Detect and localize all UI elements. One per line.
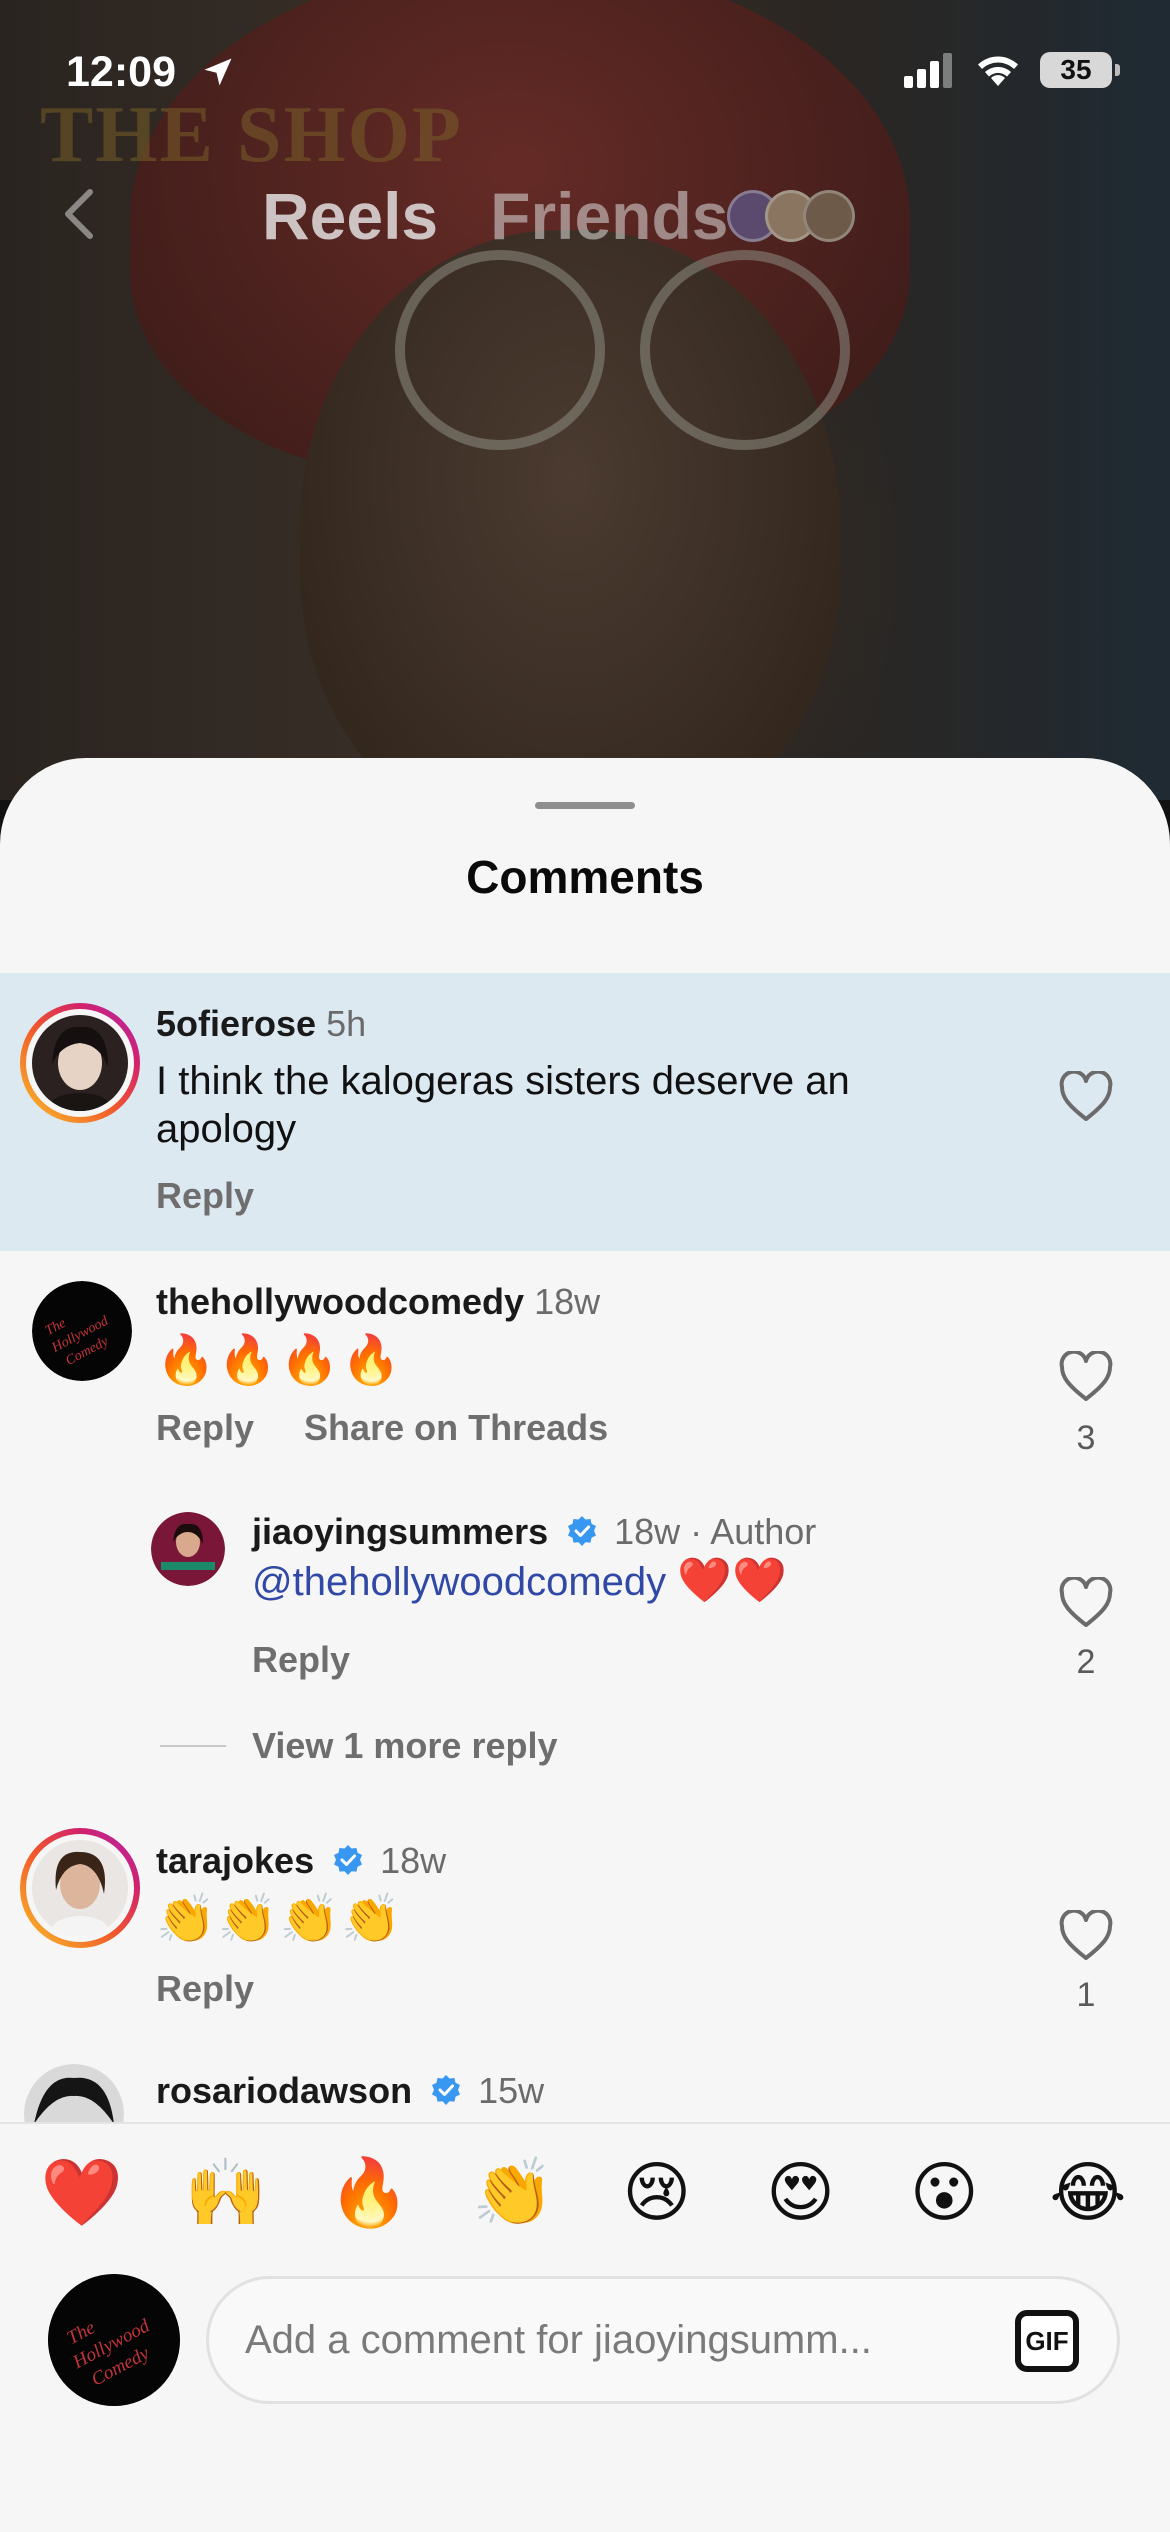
avatar[interactable] [20, 1003, 140, 1123]
quick-emoji-clap[interactable]: 👏 [463, 2154, 563, 2232]
comment-username[interactable]: rosariodawson [156, 2070, 412, 2111]
comment-text: I think the kalogeras sisters deserve an… [156, 1059, 850, 1151]
quick-emoji-fire[interactable]: 🔥 [319, 2154, 419, 2232]
comment-composer: ❤️ 🙌 🔥 👏 😢 😍 😮 😂 The Hollywood Comedy GI… [0, 2122, 1170, 2532]
wifi-icon [978, 56, 1018, 86]
status-time: 12:09 [66, 48, 176, 96]
battery-indicator: 35 [1040, 52, 1120, 88]
like-heart-icon[interactable] [1058, 1577, 1114, 1629]
current-user-avatar-image: The Hollywood Comedy [48, 2274, 180, 2406]
verified-badge-icon [432, 2075, 461, 2106]
sheet-grabber-handle[interactable] [535, 802, 635, 809]
quick-emoji-surprised[interactable]: 😮 [894, 2154, 994, 2232]
comment-time: 18w [534, 1281, 601, 1322]
comment-username[interactable]: jiaoyingsummers [252, 1511, 548, 1552]
comment-emoji-text: ❤️❤️ [677, 1556, 787, 1605]
comment-input[interactable] [206, 2276, 1120, 2404]
comment-emoji-text: 👏👏👏👏 [156, 1893, 404, 1946]
current-user-avatar: The Hollywood Comedy [48, 2274, 180, 2406]
like-heart-icon[interactable] [1058, 1071, 1114, 1123]
gif-button[interactable]: GIF [1015, 2310, 1079, 2372]
comment-username[interactable]: 5ofierose [156, 1003, 316, 1044]
comment-time: 5h [326, 1003, 367, 1044]
avatar-image [32, 1015, 128, 1111]
quick-emoji-crying[interactable]: 😢 [607, 2154, 707, 2232]
reply-button[interactable]: Reply [156, 1175, 254, 1217]
comment-item: tarajokes 18w 👏👏👏👏 Reply 1 [0, 1818, 1170, 2048]
comment-time: 18w [380, 1840, 447, 1881]
more-replies-divider [160, 1745, 226, 1747]
friends-avatar-stack[interactable] [726, 190, 855, 242]
verified-badge-icon [334, 1845, 363, 1876]
quick-emoji-heart-eyes[interactable]: 😍 [751, 2154, 851, 2232]
comment-time: 15w [478, 2070, 545, 2111]
comment-item: 5ofierose 5h I think the kalogeras siste… [0, 973, 1170, 1251]
like-count: 1 [1076, 1976, 1096, 2014]
quick-emoji-laughing[interactable]: 😂 [1038, 2154, 1138, 2232]
video-glasses-right [640, 250, 850, 450]
comment-username[interactable]: tarajokes [156, 1840, 314, 1881]
cellular-signal-icon [904, 53, 952, 88]
friend-avatar [802, 190, 855, 242]
comment-mention-link[interactable]: @thehollywoodcomedy [252, 1560, 666, 1604]
status-bar: 12:09 35 [0, 0, 1170, 150]
reply-button[interactable]: Reply [156, 1968, 254, 2010]
quick-reaction-bar: ❤️ 🙌 🔥 👏 😢 😍 😮 😂 [32, 2154, 1138, 2232]
location-arrow-icon [204, 58, 232, 86]
view-more-replies-label[interactable]: View 1 more reply [252, 1725, 558, 1767]
tab-reels[interactable]: Reels [262, 178, 438, 254]
reply-button[interactable]: Reply [156, 1407, 254, 1449]
reels-tabs: Reels Friends [262, 178, 855, 254]
avatar-image [32, 1840, 128, 1936]
share-on-threads-button[interactable]: Share on Threads [304, 1407, 608, 1449]
reply-item: jiaoyingsummers 18w · Author @thehollywo… [0, 1491, 1170, 1691]
video-glasses-left [395, 250, 605, 450]
view-more-replies[interactable]: View 1 more reply [160, 1725, 558, 1767]
avatar[interactable]: The Hollywood Comedy [22, 1271, 142, 1391]
reels-top-nav: Reels Friends [0, 170, 1170, 260]
sheet-title: Comments [466, 851, 704, 903]
comment-item: The Hollywood Comedy thehollywoodcomedy … [0, 1251, 1170, 1491]
back-chevron-icon[interactable] [50, 184, 110, 244]
avatar-image: The Hollywood Comedy [32, 1281, 132, 1381]
quick-emoji-raised-hands[interactable]: 🙌 [176, 2154, 276, 2232]
quick-emoji-heart[interactable]: ❤️ [32, 2154, 132, 2232]
like-heart-icon[interactable] [1058, 1351, 1114, 1403]
verified-badge-icon [568, 1516, 597, 1547]
reply-button[interactable]: Reply [252, 1639, 350, 1681]
comment-emoji-text: 🔥🔥🔥🔥 [156, 1334, 404, 1387]
comment-time-author: 18w · Author [614, 1511, 817, 1552]
avatar[interactable] [20, 1828, 140, 1948]
comment-username[interactable]: thehollywoodcomedy [156, 1281, 524, 1322]
avatar[interactable] [150, 1511, 226, 1587]
like-count: 2 [1076, 1643, 1096, 1681]
avatar-image [151, 1512, 225, 1586]
system-icons: 35 [904, 52, 1120, 88]
like-heart-icon[interactable] [1058, 1910, 1114, 1962]
like-count: 3 [1076, 1419, 1096, 1457]
tab-friends[interactable]: Friends [490, 178, 728, 254]
